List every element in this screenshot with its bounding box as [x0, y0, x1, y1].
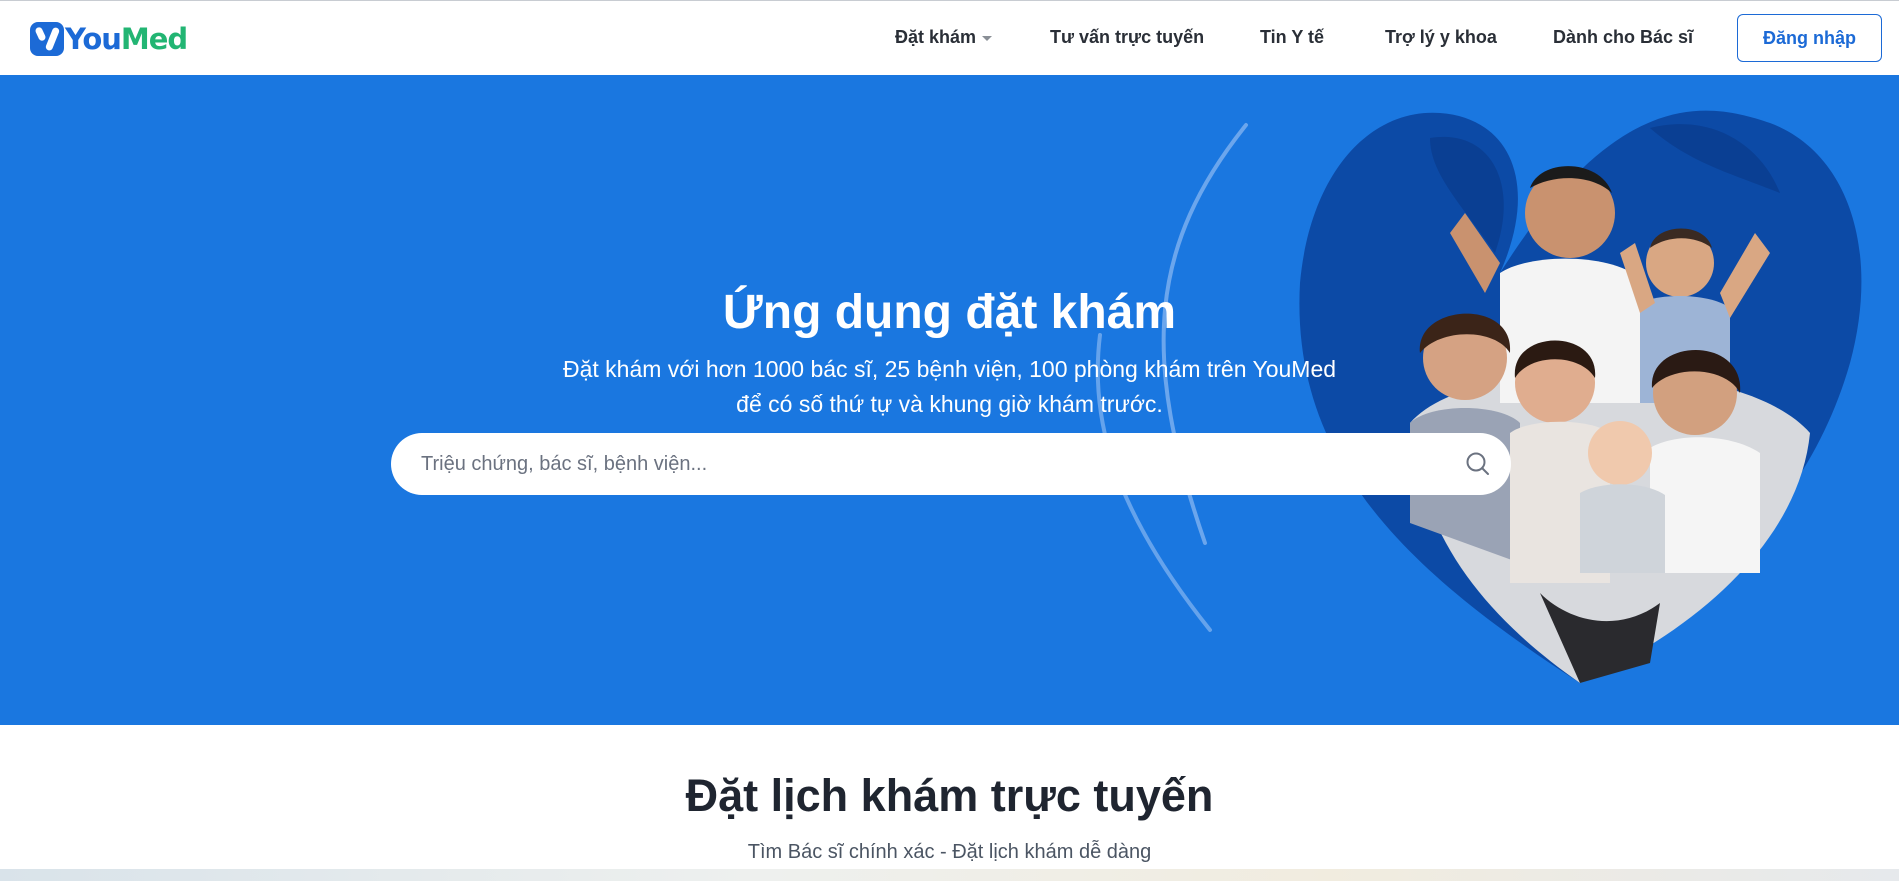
hero-banner: Ứng dụng đặt khám Đặt khám với hơn 1000 …: [0, 75, 1899, 725]
nav-item-tro-ly[interactable]: Trợ lý y khoa: [1385, 27, 1497, 48]
hero-subtitle: Đặt khám với hơn 1000 bác sĩ, 25 bệnh vi…: [0, 352, 1899, 422]
nav-item-label: Dành cho Bác sĩ: [1553, 27, 1694, 47]
nav-item-tu-van[interactable]: Tư vấn trực tuyến: [1050, 27, 1204, 48]
nav-item-label: Tin Y tế: [1260, 27, 1325, 47]
nav-item-bac-si[interactable]: Dành cho Bác sĩ: [1553, 27, 1693, 48]
search-icon[interactable]: [1465, 451, 1491, 477]
logo-mark-icon: [30, 22, 64, 56]
chevron-down-icon: [982, 35, 993, 41]
next-section-edge: [0, 869, 1899, 881]
section-subtitle: Tìm Bác sĩ chính xác - Đặt lịch khám dễ …: [747, 841, 1152, 863]
nav-item-dat-kham[interactable]: Đặt khám: [895, 27, 993, 48]
login-button[interactable]: Đăng nhập: [1737, 14, 1882, 62]
nav-item-tin-y-te[interactable]: Tin Y tế: [1260, 27, 1324, 48]
nav-item-label: Đặt khám: [895, 27, 977, 47]
hero-subtitle-line1: Đặt khám với hơn 1000 bác sĩ, 25 bệnh vi…: [562, 356, 1337, 382]
hero-subtitle-line2: để có số thứ tự và khung giờ khám trước.: [736, 391, 1163, 417]
hero-title: Ứng dụng đặt khám: [722, 286, 1177, 339]
nav-item-label: Tư vấn trực tuyến: [1050, 27, 1205, 47]
section-title: Đặt lịch khám trực tuyến: [685, 770, 1214, 821]
nav-item-label: Trợ lý y khoa: [1385, 27, 1497, 47]
search-bar: [391, 433, 1511, 495]
youmed-logo[interactable]: YouMed: [30, 21, 188, 57]
logo-wordmark: YouMed: [65, 22, 188, 56]
site-header: YouMed Đặt khám Tư vấn trực tuyến Tin Y …: [0, 1, 1899, 75]
search-input[interactable]: [421, 452, 1421, 476]
